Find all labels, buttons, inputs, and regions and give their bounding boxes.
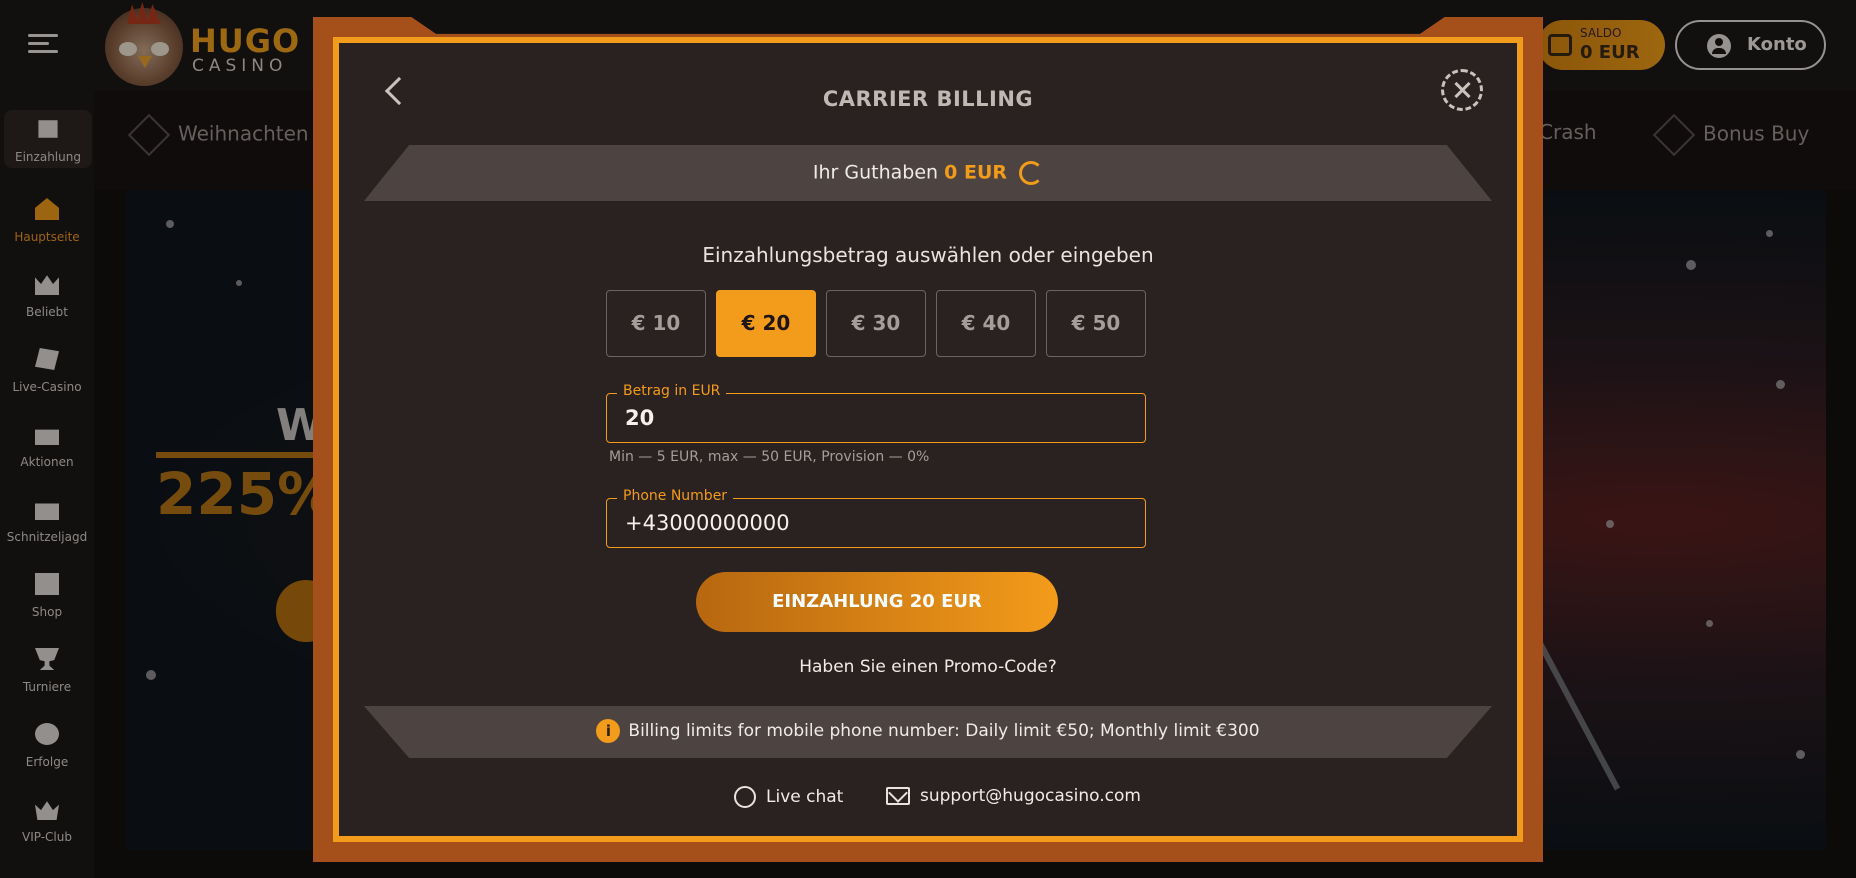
phone-field-value[interactable]: +43000000000 xyxy=(625,511,790,535)
balance-band: Ihr Guthaben 0 EUR xyxy=(364,145,1492,201)
promo-code-link[interactable]: Haben Sie einen Promo-Code? xyxy=(339,657,1517,677)
support-email-link[interactable]: support@hugocasino.com xyxy=(886,786,1141,806)
info-icon: i xyxy=(596,719,621,743)
mail-icon xyxy=(886,787,910,805)
amount-option-40[interactable]: € 40 xyxy=(936,290,1036,357)
amount-option-20[interactable]: € 20 xyxy=(716,290,816,357)
amount-option-50[interactable]: € 50 xyxy=(1046,290,1146,357)
deposit-button[interactable]: EINZAHLUNG 20 EUR xyxy=(696,572,1058,632)
balance-amount: 0 EUR xyxy=(944,161,1008,184)
live-chat-label: Live chat xyxy=(766,787,844,807)
refresh-icon[interactable] xyxy=(1019,161,1044,185)
limits-band: i Billing limits for mobile phone number:… xyxy=(364,706,1492,758)
balance-prefix: Ihr Guthaben xyxy=(812,161,939,184)
limits-text: Billing limits for mobile phone number: … xyxy=(628,721,1260,741)
amount-option-30[interactable]: € 30 xyxy=(826,290,926,357)
carrier-billing-modal: CARRIER BILLING Ihr Guthaben 0 EUR Einza… xyxy=(333,37,1523,842)
choose-amount-label: Einzahlungsbetrag auswählen oder eingebe… xyxy=(702,243,1154,267)
phone-field[interactable]: Phone Number +43000000000 xyxy=(606,488,1146,548)
close-icon[interactable] xyxy=(1441,69,1483,111)
live-chat-link[interactable]: Live chat xyxy=(734,786,843,808)
amount-field-label: Betrag in EUR xyxy=(617,383,727,399)
amount-field[interactable]: Betrag in EUR 20 xyxy=(606,383,1146,443)
chat-icon xyxy=(734,786,756,808)
phone-field-label: Phone Number xyxy=(617,488,734,504)
modal-title: CARRIER BILLING xyxy=(822,87,1034,111)
support-email: support@hugocasino.com xyxy=(920,786,1141,806)
limits-line: i Billing limits for mobile phone number:… xyxy=(364,719,1492,743)
amount-hint: Min — 5 EUR, max — 50 EUR, Provision — 0… xyxy=(609,449,930,465)
amount-option-10[interactable]: € 10 xyxy=(606,290,706,357)
balance-line: Ihr Guthaben 0 EUR xyxy=(364,161,1492,185)
amount-field-value[interactable]: 20 xyxy=(625,406,654,430)
